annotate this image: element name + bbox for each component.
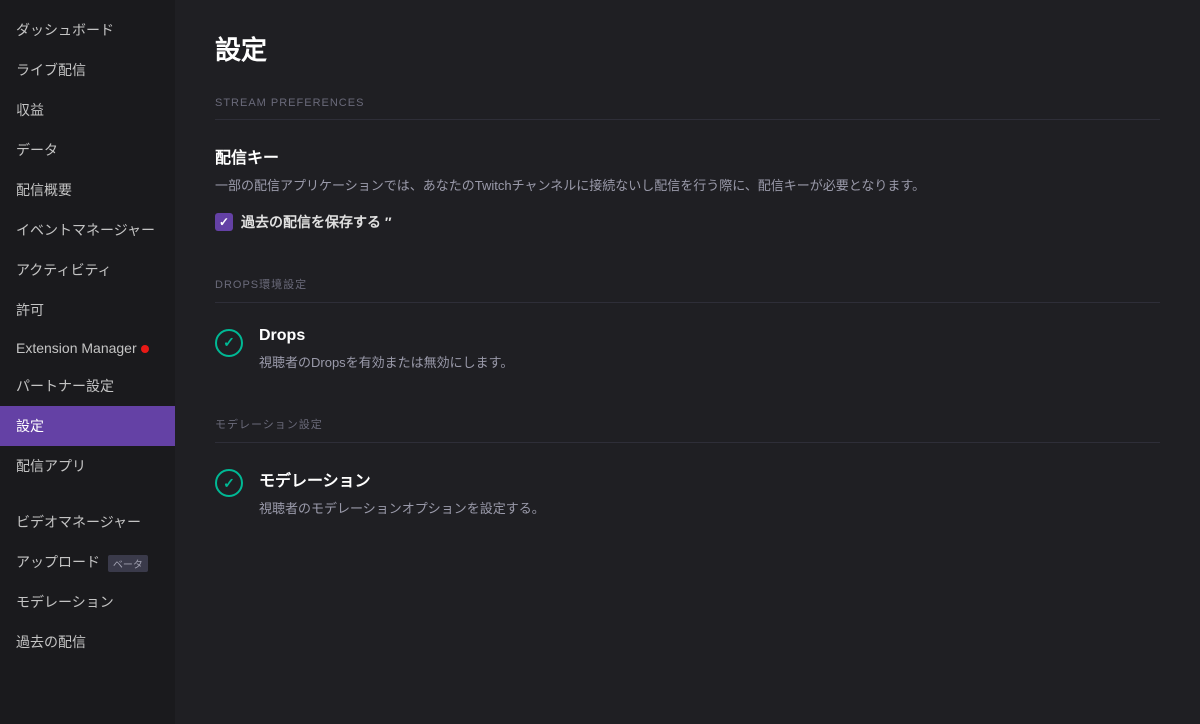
video-manager-section-label: ビデオマネージャー [0, 502, 175, 542]
sidebar-item-upload[interactable]: アップロード ベータ [0, 542, 175, 582]
sidebar-item-activity[interactable]: アクティビティ [0, 250, 175, 290]
drops-check-icon [215, 329, 243, 357]
sidebar-item-dashboard[interactable]: ダッシュボード [0, 10, 175, 50]
drops-section: DROPS環境設定 Drops 視聴者のDropsを有効または無効にします。 [215, 276, 1160, 397]
drops-title: Drops [259, 327, 1160, 345]
moderation-header: モデレーション設定 [215, 416, 1160, 443]
moderation-text-block: モデレーション 視聴者のモデレーションオプションを設定する。 [259, 467, 1160, 519]
moderation-section: モデレーション設定 モデレーション 視聴者のモデレーションオプションを設定する。 [215, 416, 1160, 543]
upload-label: アップロード [16, 554, 100, 570]
save-past-streams-checkbox[interactable] [215, 213, 233, 231]
extension-manager-label: Extension Manager [16, 340, 137, 356]
drops-text-block: Drops 視聴者のDropsを有効または無効にします。 [259, 327, 1160, 373]
sidebar-item-settings[interactable]: 設定 [0, 406, 175, 446]
drops-header: DROPS環境設定 [215, 276, 1160, 303]
save-past-streams-row: 過去の配信を保存する ″ [215, 212, 1160, 232]
stream-key-description: 一部の配信アプリケーションでは、あなたのTwitchチャンネルに接続ないし配信を… [215, 176, 975, 196]
beta-badge: ベータ [108, 555, 148, 572]
sidebar: ダッシュボード ライブ配信 収益 データ 配信概要 イベントマネージャー アクテ… [0, 0, 175, 724]
moderation-check-icon [215, 469, 243, 497]
save-past-streams-label: 過去の配信を保存する ″ [241, 212, 392, 232]
stream-key-title: 配信キー [215, 144, 1160, 168]
sidebar-item-stream-summary[interactable]: 配信概要 [0, 170, 175, 210]
main-content: 設定 STREAM PREFERENCES 配信キー 一部の配信アプリケーション… [175, 0, 1200, 724]
sidebar-item-streaming-apps[interactable]: 配信アプリ [0, 446, 175, 486]
moderation-description: 視聴者のモデレーションオプションを設定する。 [259, 499, 1019, 519]
stream-preferences-section: STREAM PREFERENCES 配信キー 一部の配信アプリケーションでは、… [215, 97, 1160, 256]
sidebar-item-partner-settings[interactable]: パートナー設定 [0, 366, 175, 406]
sidebar-item-revenue[interactable]: 収益 [0, 90, 175, 130]
sidebar-item-permissions[interactable]: 許可 [0, 290, 175, 330]
sidebar-item-data[interactable]: データ [0, 130, 175, 170]
sidebar-item-event-manager[interactable]: イベントマネージャー [0, 210, 175, 250]
moderation-setting: モデレーション 視聴者のモデレーションオプションを設定する。 [215, 443, 1160, 543]
sidebar-item-extension-manager[interactable]: Extension Manager [0, 330, 175, 366]
moderation-title: モデレーション [259, 467, 1160, 491]
stream-preferences-header: STREAM PREFERENCES [215, 97, 1160, 120]
sidebar-item-past-streams[interactable]: 過去の配信 [0, 622, 175, 662]
drops-description: 視聴者のDropsを有効または無効にします。 [259, 353, 1019, 373]
notification-badge [141, 345, 149, 353]
page-title: 設定 [215, 30, 1160, 67]
sidebar-item-moderation[interactable]: モデレーション [0, 582, 175, 622]
stream-key-setting: 配信キー 一部の配信アプリケーションでは、あなたのTwitchチャンネルに接続な… [215, 120, 1160, 256]
drops-setting: Drops 視聴者のDropsを有効または無効にします。 [215, 303, 1160, 397]
sidebar-item-live[interactable]: ライブ配信 [0, 50, 175, 90]
